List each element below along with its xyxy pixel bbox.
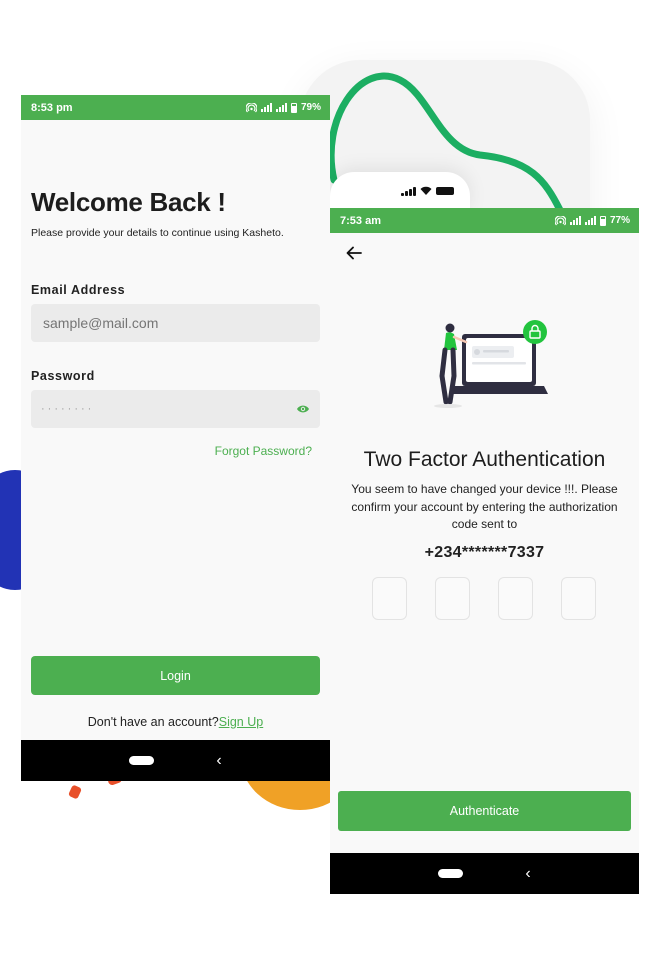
navigation-bar: ‹ <box>21 740 330 781</box>
page-title: Welcome Back ! <box>31 187 226 217</box>
masked-phone-number: +234*******7337 <box>424 544 545 561</box>
navigation-bar: ‹ <box>330 853 639 894</box>
status-bar: 8:53 pm 79% <box>21 95 330 120</box>
decorative-confetti <box>67 784 83 800</box>
battery-percent: 77% <box>609 215 630 226</box>
code-digit-input[interactable] <box>372 577 407 620</box>
two-factor-screen: 7:53 am 77% Two Factor Authentication Yo… <box>330 208 639 894</box>
page-subtitle: Please provide your details to continue … <box>31 227 284 239</box>
signal-icon <box>401 186 416 196</box>
nav-back-icon[interactable]: ‹ <box>525 865 530 882</box>
code-input-row <box>372 577 596 620</box>
signal-icon <box>260 103 272 112</box>
wifi-icon <box>420 186 432 195</box>
signal-icon <box>584 216 596 225</box>
status-bar: 7:53 am 77% <box>330 208 639 233</box>
email-label: Email Address <box>31 283 126 297</box>
battery-percent: 79% <box>300 102 321 113</box>
password-label: Password <box>31 369 95 383</box>
page-title: Two Factor Authentication <box>363 448 606 471</box>
page-description: You seem to have changed your device !!!… <box>351 482 618 531</box>
login-button[interactable]: Login <box>31 656 320 695</box>
password-field[interactable]: ········ <box>31 390 320 428</box>
forgot-password-link[interactable]: Forgot Password? <box>215 444 312 458</box>
nav-back-icon[interactable]: ‹ <box>216 752 221 769</box>
email-input[interactable] <box>41 314 310 332</box>
login-screen: 8:53 pm 79% Welcome Back ! Please provid… <box>21 95 330 781</box>
signup-prompt: Don't have an account?Sign Up <box>21 715 330 729</box>
email-field[interactable] <box>31 304 320 342</box>
battery-icon <box>290 102 297 113</box>
eye-icon[interactable] <box>296 404 310 414</box>
back-arrow-icon[interactable] <box>346 246 362 260</box>
signal-icon <box>275 103 287 112</box>
background-phone <box>330 172 470 212</box>
code-digit-input[interactable] <box>498 577 533 620</box>
battery-icon <box>436 187 454 195</box>
hotspot-icon <box>554 215 566 225</box>
signup-prompt-text: Don't have an account? <box>87 715 219 729</box>
security-illustration <box>434 320 548 408</box>
code-digit-input[interactable] <box>435 577 470 620</box>
signal-icon <box>569 216 581 225</box>
battery-icon <box>599 215 606 226</box>
home-button[interactable] <box>438 869 464 878</box>
hotspot-icon <box>245 102 257 112</box>
status-time: 8:53 pm <box>31 101 73 114</box>
authenticate-button[interactable]: Authenticate <box>338 791 631 831</box>
status-time: 7:53 am <box>340 214 381 227</box>
signup-link[interactable]: Sign Up <box>219 715 263 729</box>
home-button[interactable] <box>129 756 155 765</box>
code-digit-input[interactable] <box>561 577 596 620</box>
password-value[interactable]: ········ <box>41 403 296 415</box>
